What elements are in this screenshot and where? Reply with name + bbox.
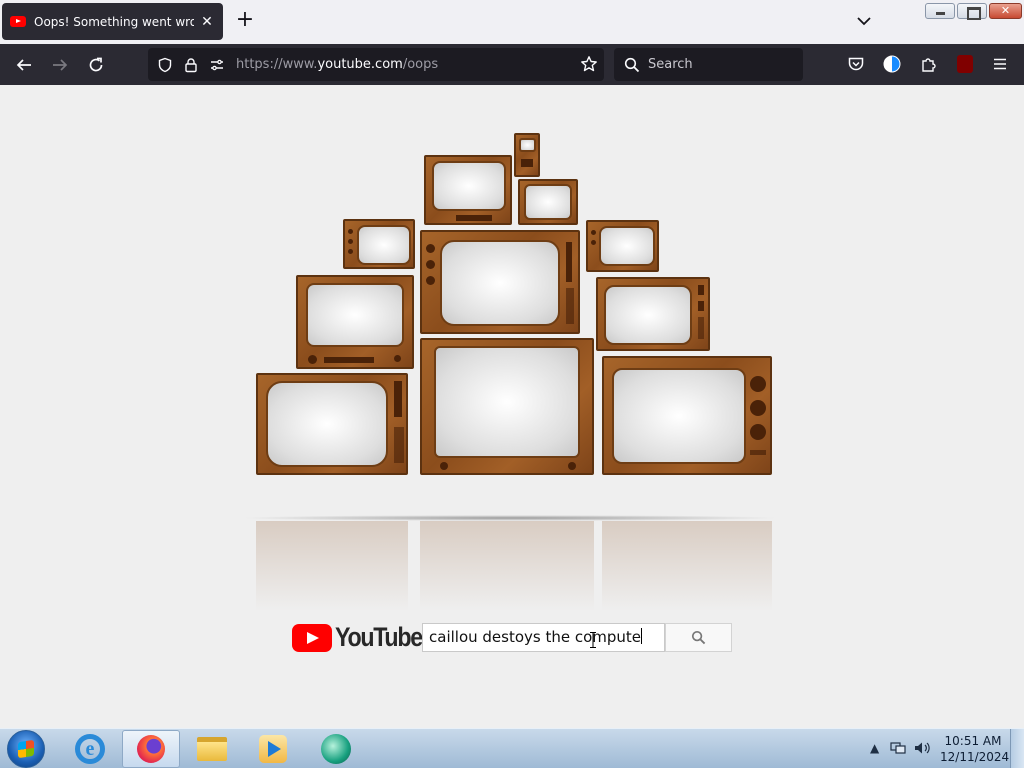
arrow-right-icon xyxy=(53,59,68,71)
youtube-search-input[interactable]: caillou destoys the compute xyxy=(422,623,665,652)
url-host: youtube.com xyxy=(317,57,403,72)
clock-time: 10:51 AM xyxy=(944,734,1002,748)
tv-top-right xyxy=(518,179,578,225)
tv-center-top xyxy=(420,230,580,334)
youtube-search-button[interactable] xyxy=(665,623,732,652)
tab-strip: Oops! Something went wrong. ✕ + ✕ xyxy=(0,0,1024,44)
restore-button[interactable] xyxy=(957,3,987,20)
show-hidden-icons-button[interactable]: ▲ xyxy=(870,741,879,755)
taskbar-file-explorer[interactable] xyxy=(183,730,241,768)
url-text: https://www.youtube.com/oops xyxy=(236,57,438,72)
back-button[interactable] xyxy=(11,52,37,78)
url-prefix: https://www. xyxy=(236,57,318,72)
dark-reader-button[interactable] xyxy=(882,54,902,74)
media-player-icon xyxy=(259,735,287,763)
tv-reflection xyxy=(420,521,594,611)
youtube-play-icon xyxy=(292,623,332,652)
windows-taskbar: e ▲ 10:51 AM 12/11/2024 xyxy=(0,728,1024,768)
browser-search-bar[interactable]: Search xyxy=(614,48,803,81)
taskbar-media-player[interactable] xyxy=(244,730,302,768)
show-desktop-button[interactable] xyxy=(1010,729,1024,768)
app-icon xyxy=(321,734,351,764)
error-tv-stack-illustration xyxy=(230,125,790,611)
tv-bottom-right xyxy=(602,356,772,475)
forward-button[interactable] xyxy=(47,52,73,78)
taskbar-firefox[interactable] xyxy=(122,730,180,768)
firefox-icon xyxy=(137,735,165,763)
app-menu-button[interactable] xyxy=(990,54,1010,74)
tv-mid-left xyxy=(296,275,414,369)
close-tab-icon[interactable]: ✕ xyxy=(199,14,215,30)
tv-tiny xyxy=(514,133,540,177)
lock-icon[interactable] xyxy=(182,56,200,74)
volume-icon[interactable] xyxy=(914,741,932,758)
text-cursor-icon xyxy=(590,632,596,648)
address-bar[interactable]: https://www.youtube.com/oops xyxy=(148,48,604,81)
text-caret xyxy=(641,628,643,644)
tv-reflection xyxy=(256,521,408,611)
reload-button[interactable] xyxy=(83,52,109,78)
search-icon xyxy=(624,57,640,73)
close-window-button[interactable]: ✕ xyxy=(989,3,1022,19)
tab-youtube-oops[interactable]: Oops! Something went wrong. ✕ xyxy=(2,3,223,40)
search-icon xyxy=(691,630,706,645)
extensions-button[interactable] xyxy=(919,54,939,74)
youtube-wordmark: YouTube xyxy=(335,622,423,652)
start-button[interactable] xyxy=(7,730,45,768)
clock-date: 12/11/2024 xyxy=(940,750,1010,764)
arrow-left-icon xyxy=(16,59,31,71)
pocket-icon xyxy=(848,57,864,71)
list-all-tabs-button[interactable] xyxy=(855,12,873,30)
tab-title: Oops! Something went wrong. xyxy=(34,14,194,29)
tv-top-left xyxy=(424,155,512,225)
youtube-favicon-icon xyxy=(10,16,26,27)
internet-explorer-icon: e xyxy=(75,734,105,764)
minimize-button[interactable] xyxy=(925,3,955,19)
pocket-button[interactable] xyxy=(846,54,866,74)
youtube-logo[interactable]: YouTube xyxy=(292,622,436,653)
page-content: YouTube caillou destoys the compute xyxy=(0,85,1024,728)
search-query-text: caillou destoys the compute xyxy=(429,628,642,646)
bookmark-star-icon[interactable] xyxy=(580,55,598,73)
system-clock[interactable]: 10:51 AM 12/11/2024 xyxy=(940,733,1010,765)
tv-bottom-center xyxy=(420,338,594,475)
ublock-shield-icon xyxy=(957,55,973,73)
tracking-protection-shield-icon[interactable] xyxy=(156,56,174,74)
puzzle-piece-icon xyxy=(922,58,936,72)
taskbar-app[interactable] xyxy=(307,730,365,768)
new-tab-button[interactable]: + xyxy=(234,9,256,32)
search-placeholder: Search xyxy=(648,57,693,72)
chevron-down-icon xyxy=(857,17,871,26)
ublock-origin-button[interactable] xyxy=(955,54,975,74)
permissions-icon[interactable] xyxy=(208,56,226,74)
tv-mid-right xyxy=(596,277,710,351)
taskbar-internet-explorer[interactable]: e xyxy=(61,730,119,768)
tv-small-left xyxy=(343,219,415,269)
network-icon[interactable] xyxy=(890,741,906,758)
folder-icon xyxy=(197,737,227,761)
contrast-icon xyxy=(883,55,901,73)
tv-bottom-left xyxy=(256,373,408,475)
reload-icon xyxy=(89,57,103,72)
navigation-toolbar: https://www.youtube.com/oops Search 3 xyxy=(0,44,1024,105)
tv-reflection xyxy=(602,521,772,611)
hamburger-menu-icon xyxy=(994,58,1006,70)
tv-small-right xyxy=(586,220,659,272)
url-path: /oops xyxy=(402,57,439,72)
